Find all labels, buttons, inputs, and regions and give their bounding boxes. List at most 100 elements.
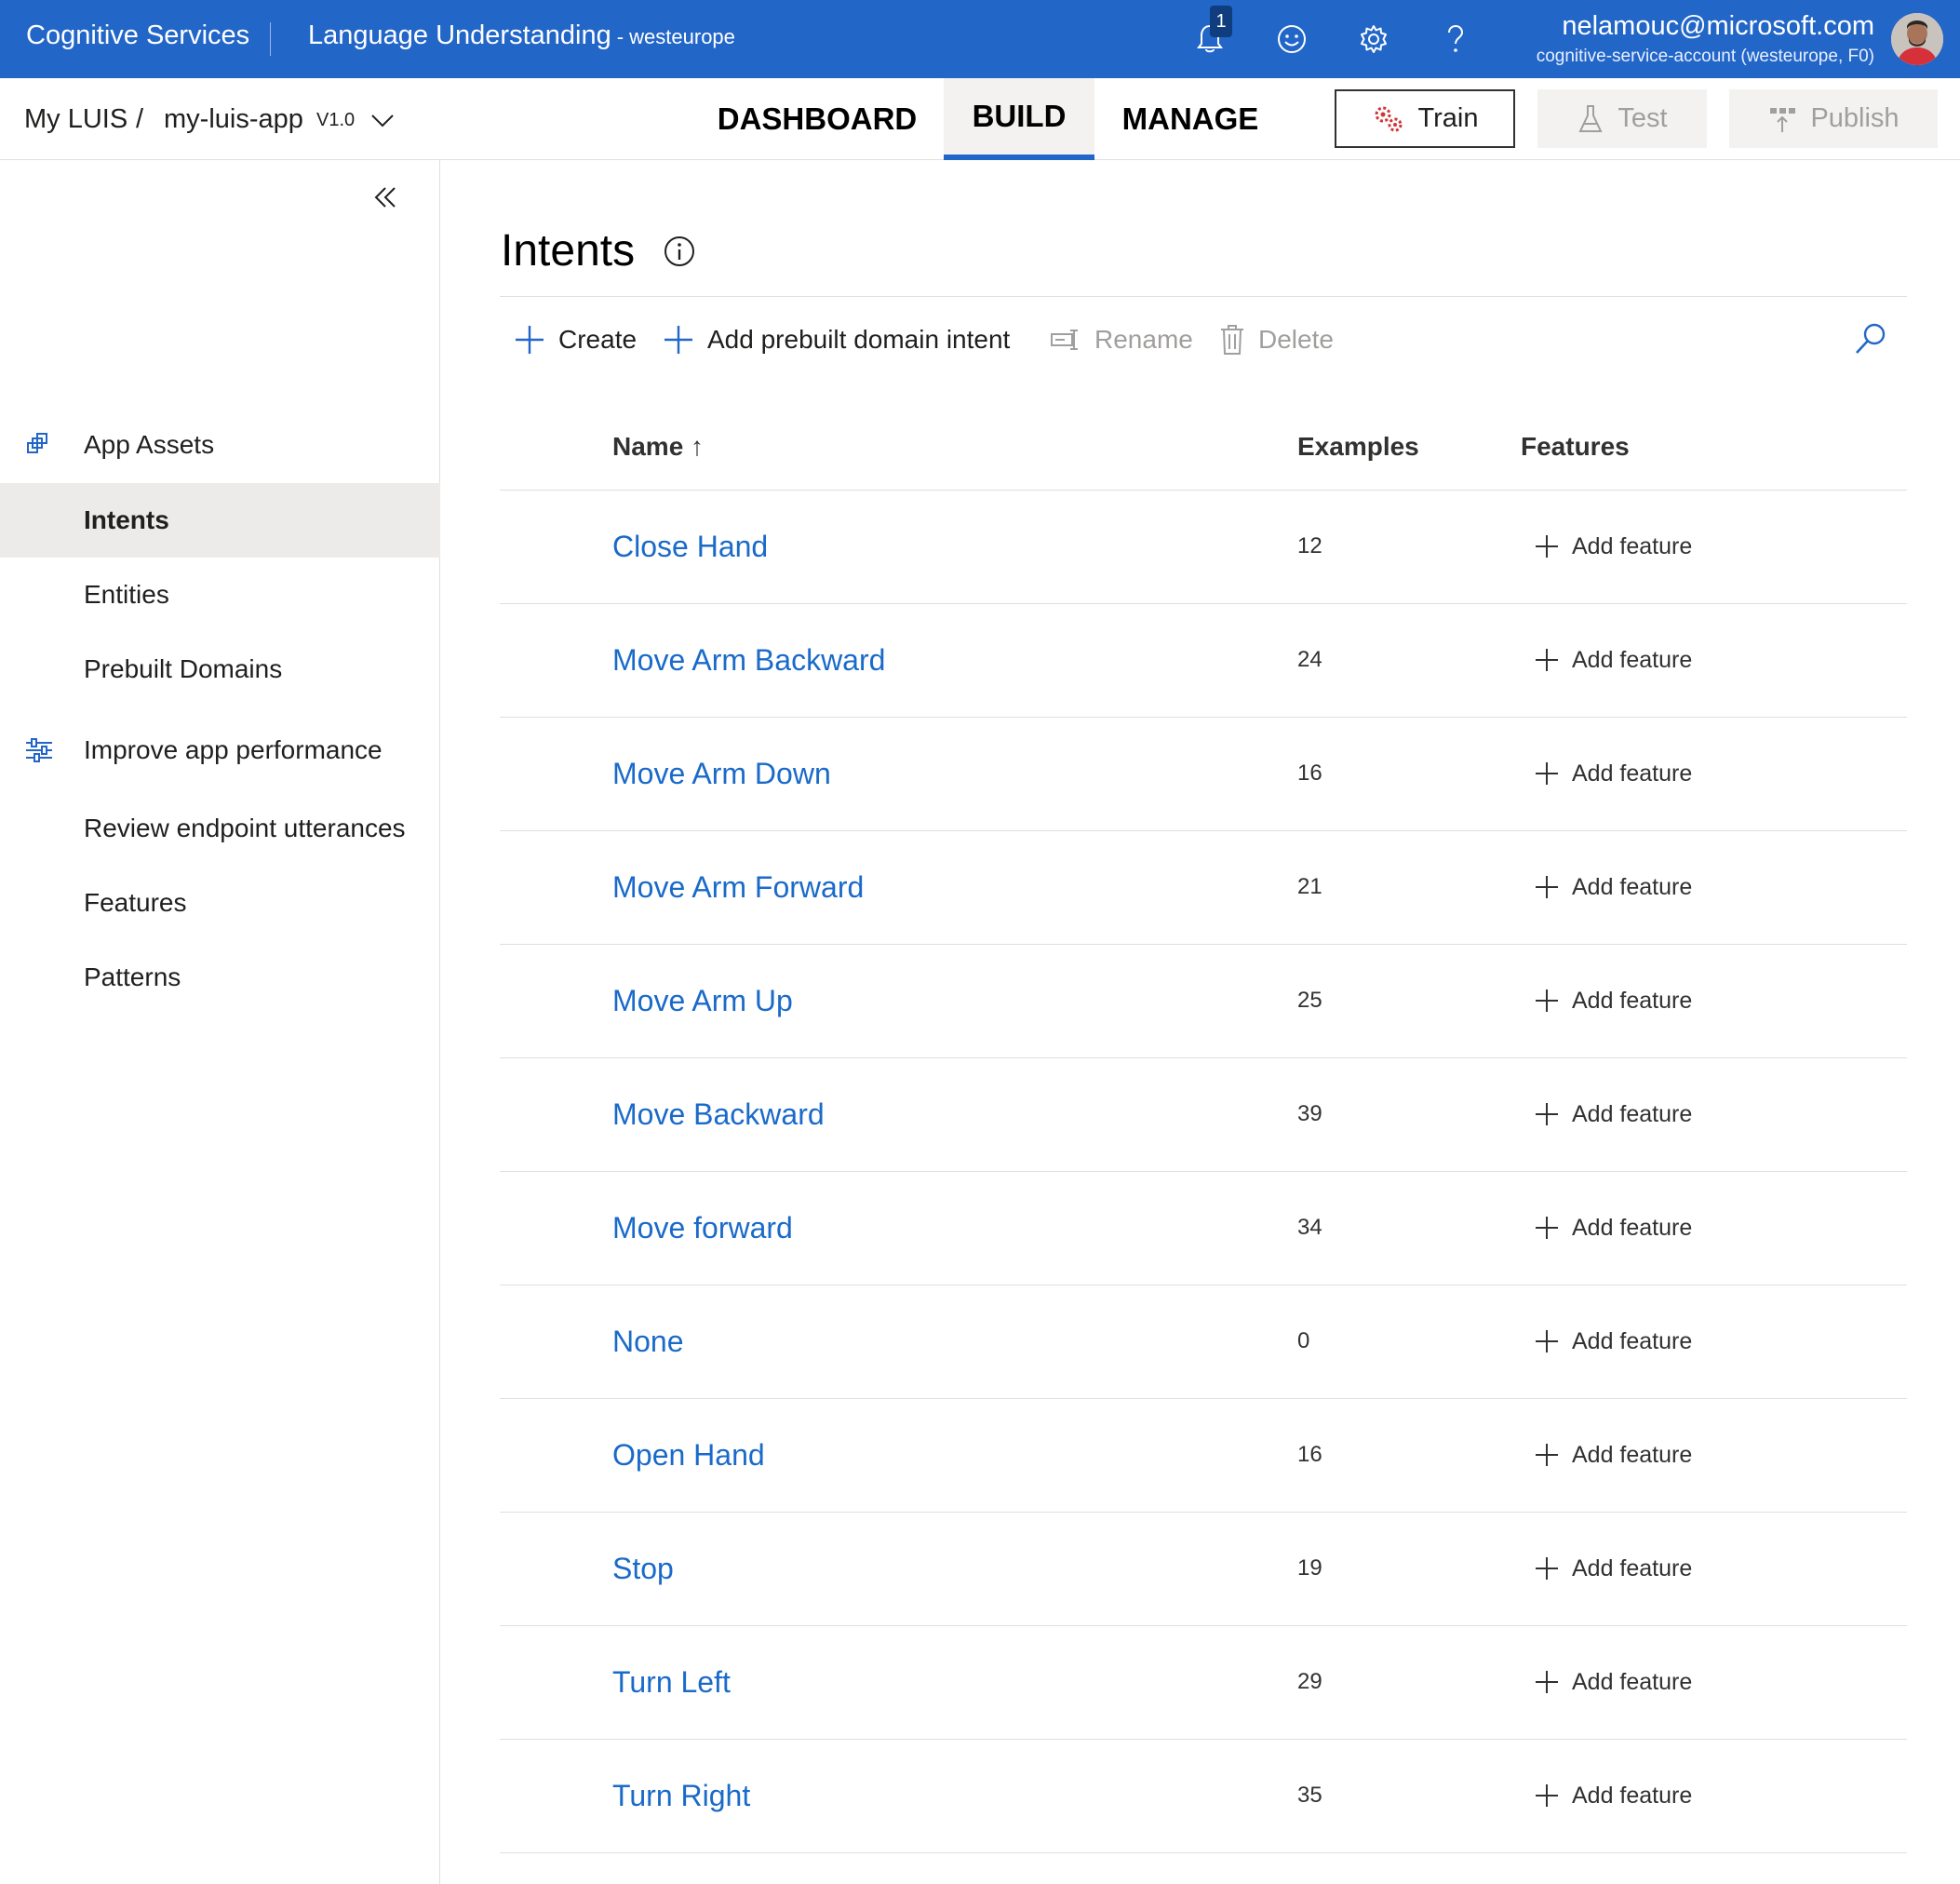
- table-row: Move Arm Down 16 Add feature: [500, 718, 1907, 831]
- train-button[interactable]: Train: [1335, 89, 1515, 148]
- sidebar-item-intents[interactable]: Intents: [0, 483, 440, 558]
- intent-link[interactable]: Turn Right: [612, 1779, 750, 1813]
- examples-count: 35: [1297, 1783, 1322, 1808]
- examples-count: 21: [1297, 874, 1322, 899]
- avatar[interactable]: [1891, 13, 1943, 65]
- table-row: Stop 19 Add feature: [500, 1513, 1907, 1626]
- test-label: Test: [1618, 103, 1668, 133]
- tab-dashboard[interactable]: DASHBOARD: [707, 78, 927, 160]
- breadcrumb-app-name[interactable]: my-luis-app: [164, 104, 303, 135]
- sidebar-item-label: Prebuilt Domains: [84, 654, 283, 683]
- plus-icon: [1536, 1103, 1558, 1125]
- sidebar-item-features[interactable]: Features: [0, 866, 440, 940]
- delete-button[interactable]: Delete: [1219, 316, 1334, 363]
- feedback-button[interactable]: [1268, 15, 1316, 63]
- intent-link[interactable]: Close Hand: [612, 530, 768, 564]
- intent-link[interactable]: Move Arm Down: [612, 757, 831, 791]
- sidebar-group-label: Improve app performance: [84, 735, 383, 764]
- intent-link[interactable]: Turn Left: [612, 1665, 731, 1700]
- table-row: Turn Right 35 Add feature: [500, 1740, 1907, 1853]
- add-feature-button[interactable]: Add feature: [1535, 868, 1692, 906]
- help-icon: [1448, 24, 1464, 52]
- intent-link[interactable]: Stop: [612, 1552, 674, 1586]
- examples-count: 0: [1297, 1328, 1310, 1353]
- plus-icon: [1536, 762, 1558, 785]
- add-feature-label: Add feature: [1572, 1668, 1693, 1695]
- search-icon[interactable]: [1852, 320, 1889, 357]
- add-feature-button[interactable]: Add feature: [1535, 1323, 1692, 1360]
- examples-count: 19: [1297, 1555, 1322, 1581]
- sidebar-group-improve-app-performance[interactable]: Improve app performance: [0, 717, 440, 784]
- settings-button[interactable]: [1349, 15, 1398, 63]
- delete-label: Delete: [1258, 325, 1334, 354]
- intent-link[interactable]: Move forward: [612, 1211, 793, 1245]
- breadcrumb-separator: /: [136, 104, 144, 134]
- column-header-features[interactable]: Features: [1521, 432, 1630, 462]
- brand-link[interactable]: Cognitive Services: [26, 20, 249, 51]
- plus-icon: [1536, 876, 1558, 898]
- add-feature-label: Add feature: [1572, 987, 1693, 1014]
- test-button[interactable]: Test: [1537, 89, 1707, 148]
- add-feature-button[interactable]: Add feature: [1535, 641, 1692, 679]
- sidebar-item-label: Intents: [84, 505, 169, 534]
- sidebar-item-review-endpoint-utterances[interactable]: Review endpoint utterances: [0, 791, 440, 866]
- add-feature-button[interactable]: Add feature: [1535, 528, 1692, 565]
- chevron-down-icon[interactable]: [369, 106, 396, 134]
- train-label: Train: [1417, 103, 1479, 133]
- tab-build[interactable]: BUILD: [944, 78, 1094, 160]
- add-feature-button[interactable]: Add feature: [1535, 1663, 1692, 1701]
- breadcrumb-my-luis[interactable]: My LUIS: [24, 104, 128, 135]
- intent-link[interactable]: Move Backward: [612, 1097, 825, 1132]
- app-assets-icon: [27, 433, 47, 453]
- rename-button[interactable]: Rename: [1050, 316, 1193, 363]
- add-feature-button[interactable]: Add feature: [1535, 1550, 1692, 1587]
- table-row: Move Backward 39 Add feature: [500, 1058, 1907, 1172]
- intent-link[interactable]: Move Arm Backward: [612, 643, 885, 678]
- plus-icon: [1536, 1330, 1558, 1352]
- product-label: Language Understanding: [308, 20, 611, 50]
- add-feature-button[interactable]: Add feature: [1535, 755, 1692, 792]
- add-feature-button[interactable]: Add feature: [1535, 1096, 1692, 1133]
- plus-icon: [1536, 989, 1558, 1012]
- sidebar-item-prebuilt-domains[interactable]: Prebuilt Domains: [0, 632, 440, 706]
- plus-icon: [1536, 1217, 1558, 1239]
- intent-link[interactable]: Move Arm Up: [612, 984, 793, 1018]
- publish-icon: [1770, 107, 1796, 132]
- header-divider: [270, 22, 271, 56]
- column-header-examples[interactable]: Examples: [1297, 432, 1419, 462]
- rename-label: Rename: [1094, 325, 1193, 354]
- sidebar-group-app-assets[interactable]: App Assets: [0, 411, 440, 478]
- create-button[interactable]: Create: [514, 316, 637, 363]
- intent-link[interactable]: None: [612, 1325, 684, 1359]
- table-row: Move Arm Up 25 Add feature: [500, 945, 1907, 1058]
- intent-link[interactable]: Open Hand: [612, 1438, 765, 1473]
- app-nav-bar: My LUIS / my-luis-app V1.0 DASHBOARD BUI…: [0, 78, 1960, 160]
- add-feature-label: Add feature: [1572, 1100, 1693, 1127]
- gears-icon: [1375, 106, 1402, 131]
- table-row: None 0 Add feature: [500, 1285, 1907, 1399]
- help-button[interactable]: [1431, 15, 1480, 63]
- add-feature-button[interactable]: Add feature: [1535, 1777, 1692, 1814]
- add-feature-button[interactable]: Add feature: [1535, 982, 1692, 1019]
- add-feature-button[interactable]: Add feature: [1535, 1209, 1692, 1246]
- plus-icon: [516, 326, 544, 354]
- examples-count: 34: [1297, 1215, 1322, 1240]
- info-icon[interactable]: [663, 235, 696, 268]
- sidebar: App Assets Intents Entities Prebuilt Dom…: [0, 160, 440, 1884]
- add-feature-label: Add feature: [1572, 760, 1693, 787]
- collapse-sidebar-icon[interactable]: [369, 181, 402, 214]
- intent-link[interactable]: Move Arm Forward: [612, 870, 864, 905]
- add-feature-label: Add feature: [1572, 646, 1693, 673]
- sidebar-item-patterns[interactable]: Patterns: [0, 940, 440, 1015]
- add-prebuilt-label: Add prebuilt domain intent: [707, 325, 1011, 354]
- publish-button[interactable]: Publish: [1729, 89, 1938, 148]
- user-email[interactable]: nelamouc@microsoft.com: [1562, 11, 1874, 42]
- add-feature-button[interactable]: Add feature: [1535, 1436, 1692, 1474]
- flask-icon: [1578, 104, 1603, 132]
- tab-manage[interactable]: MANAGE: [1111, 78, 1269, 160]
- product-name[interactable]: Language Understanding - westeurope: [308, 20, 735, 51]
- add-prebuilt-domain-intent-button[interactable]: Add prebuilt domain intent: [663, 316, 1010, 363]
- sidebar-item-entities[interactable]: Entities: [0, 558, 440, 632]
- column-header-name[interactable]: Name ↑: [612, 432, 704, 462]
- user-account: cognitive-service-account (westeurope, F…: [1536, 47, 1874, 66]
